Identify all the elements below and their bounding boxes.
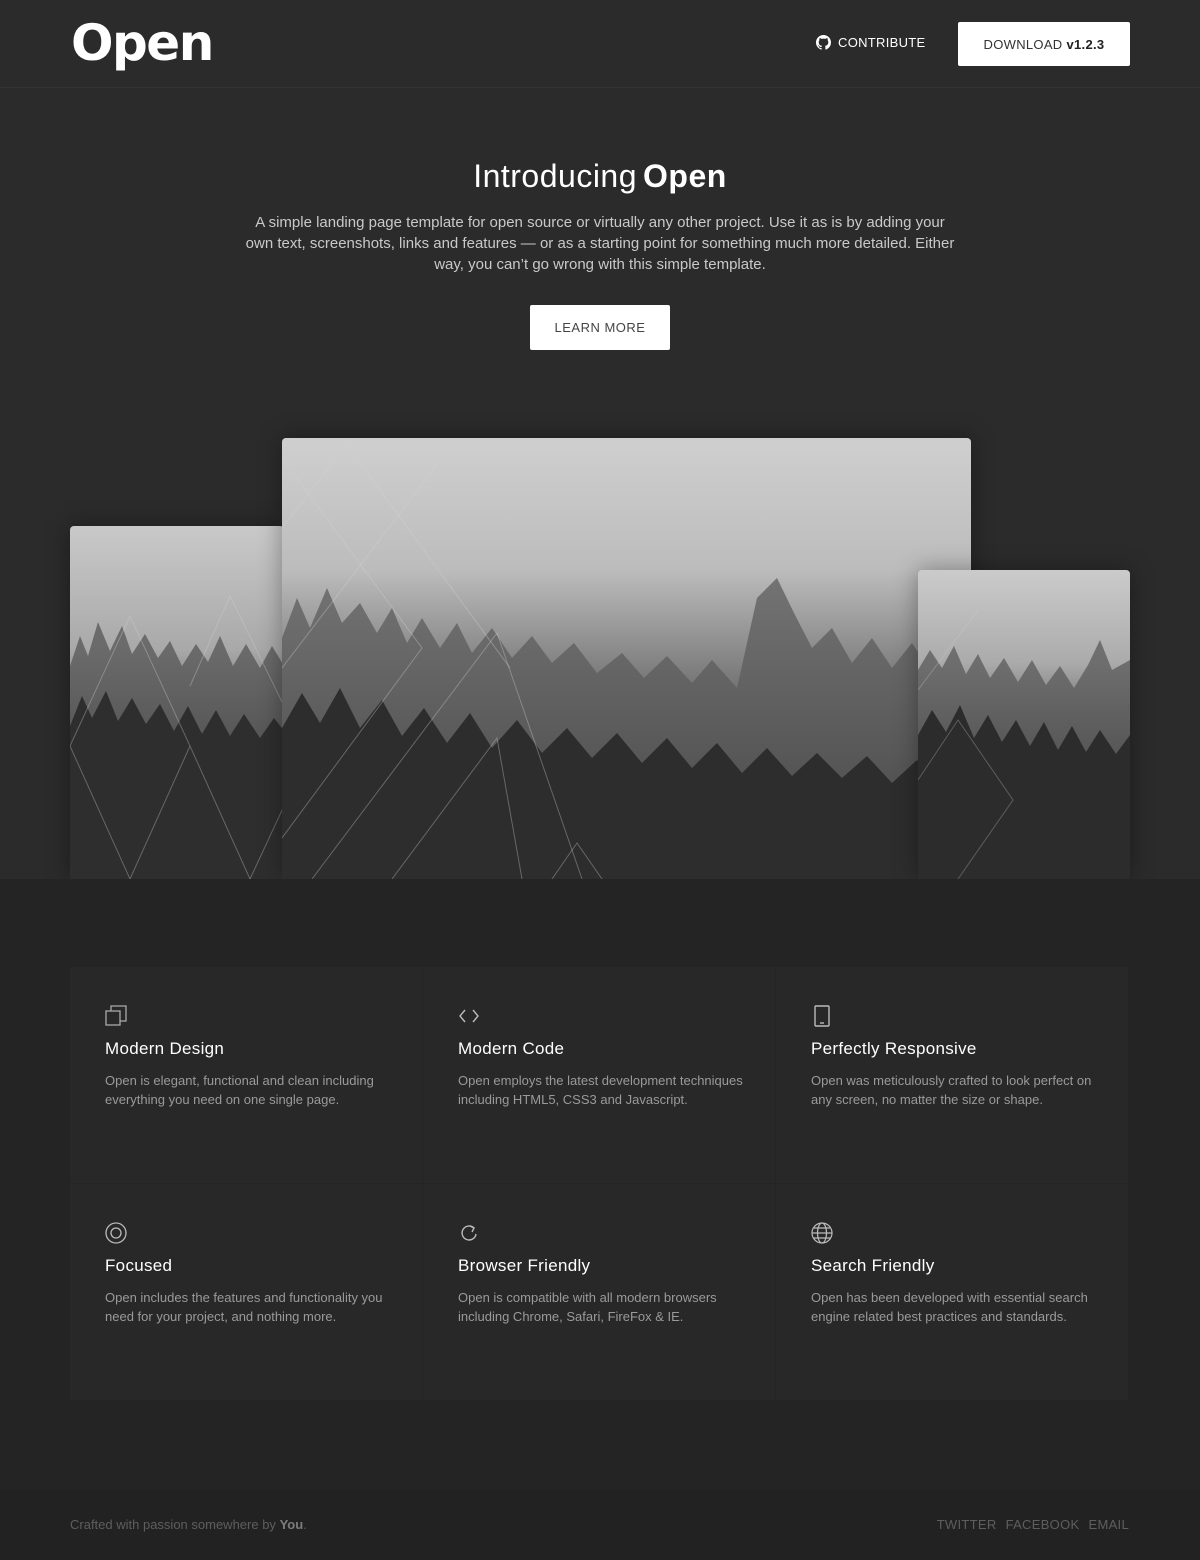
footer-links: TWITTER FACEBOOK EMAIL <box>937 1517 1129 1532</box>
contribute-label: CONTRIBUTE <box>838 35 926 50</box>
credit-suffix: . <box>303 1517 307 1532</box>
hero-title: Introducing Open <box>0 158 1200 195</box>
site-header: Open CONTRIBUTE DOWNLOAD v1.2.3 <box>0 0 1200 88</box>
credit-prefix: Crafted with passion somewhere by <box>70 1517 276 1532</box>
feature-title: Modern Design <box>105 1039 225 1058</box>
screenshot-desktop-main <box>282 438 971 879</box>
feature-text: Open employs the latest development tech… <box>458 1073 743 1107</box>
copy-icon <box>105 1005 127 1027</box>
github-icon <box>816 35 831 50</box>
download-version: v1.2.3 <box>1066 36 1105 52</box>
download-button[interactable]: DOWNLOAD v1.2.3 <box>958 22 1130 66</box>
code-icon <box>458 1005 480 1027</box>
feature-card-browser-friendly: Browser Friendly Open is compatible with… <box>423 1184 775 1400</box>
learn-more-button[interactable]: LEARN MORE <box>530 305 670 350</box>
feature-text: Open was meticulously crafted to look pe… <box>811 1073 1092 1107</box>
email-link[interactable]: EMAIL <box>1088 1517 1129 1532</box>
credit-author-link[interactable]: You <box>280 1517 304 1532</box>
hero-title-prefix: Introducing <box>473 158 638 194</box>
feature-text: Open is compatible with all modern brows… <box>458 1290 717 1324</box>
feature-text: Open is elegant, functional and clean in… <box>105 1073 374 1107</box>
hero-title-strong: Open <box>643 158 727 194</box>
feature-text: Open has been developed with essential s… <box>811 1290 1088 1324</box>
globe-icon <box>811 1222 833 1244</box>
screenshot-phone-right <box>918 570 1130 879</box>
feature-card-search-friendly: Search Friendly Open has been developed … <box>776 1184 1128 1400</box>
tablet-icon <box>811 1005 833 1027</box>
hero-description: A simple landing page template for open … <box>245 214 955 273</box>
facebook-link[interactable]: FACEBOOK <box>1006 1517 1080 1532</box>
feature-title: Modern Code <box>458 1039 565 1058</box>
feature-title: Search Friendly <box>811 1256 935 1275</box>
feature-title: Perfectly Responsive <box>811 1039 977 1058</box>
feature-title: Browser Friendly <box>458 1256 591 1275</box>
refresh-icon <box>458 1222 480 1244</box>
feature-card-focused: Focused Open includes the features and f… <box>70 1184 422 1400</box>
feature-card-modern-design: Modern Design Open is elegant, functiona… <box>70 967 422 1183</box>
contribute-link[interactable]: CONTRIBUTE <box>816 35 926 50</box>
feature-text: Open includes the features and functiona… <box>105 1290 383 1324</box>
feature-card-responsive: Perfectly Responsive Open was meticulous… <box>776 967 1128 1183</box>
download-label: DOWNLOAD <box>983 36 1063 52</box>
target-icon <box>105 1222 127 1244</box>
feature-title: Focused <box>105 1256 173 1275</box>
features-section: Modern Design Open is elegant, functiona… <box>0 879 1200 1490</box>
site-logo[interactable]: Open <box>71 14 214 72</box>
screenshot-tablet-left <box>70 526 284 879</box>
twitter-link[interactable]: TWITTER <box>937 1517 997 1532</box>
feature-card-modern-code: Modern Code Open employs the latest deve… <box>423 967 775 1183</box>
footer-credit: Crafted with passion somewhere by You. <box>70 1517 307 1532</box>
site-footer: Crafted with passion somewhere by You. T… <box>0 1490 1200 1560</box>
